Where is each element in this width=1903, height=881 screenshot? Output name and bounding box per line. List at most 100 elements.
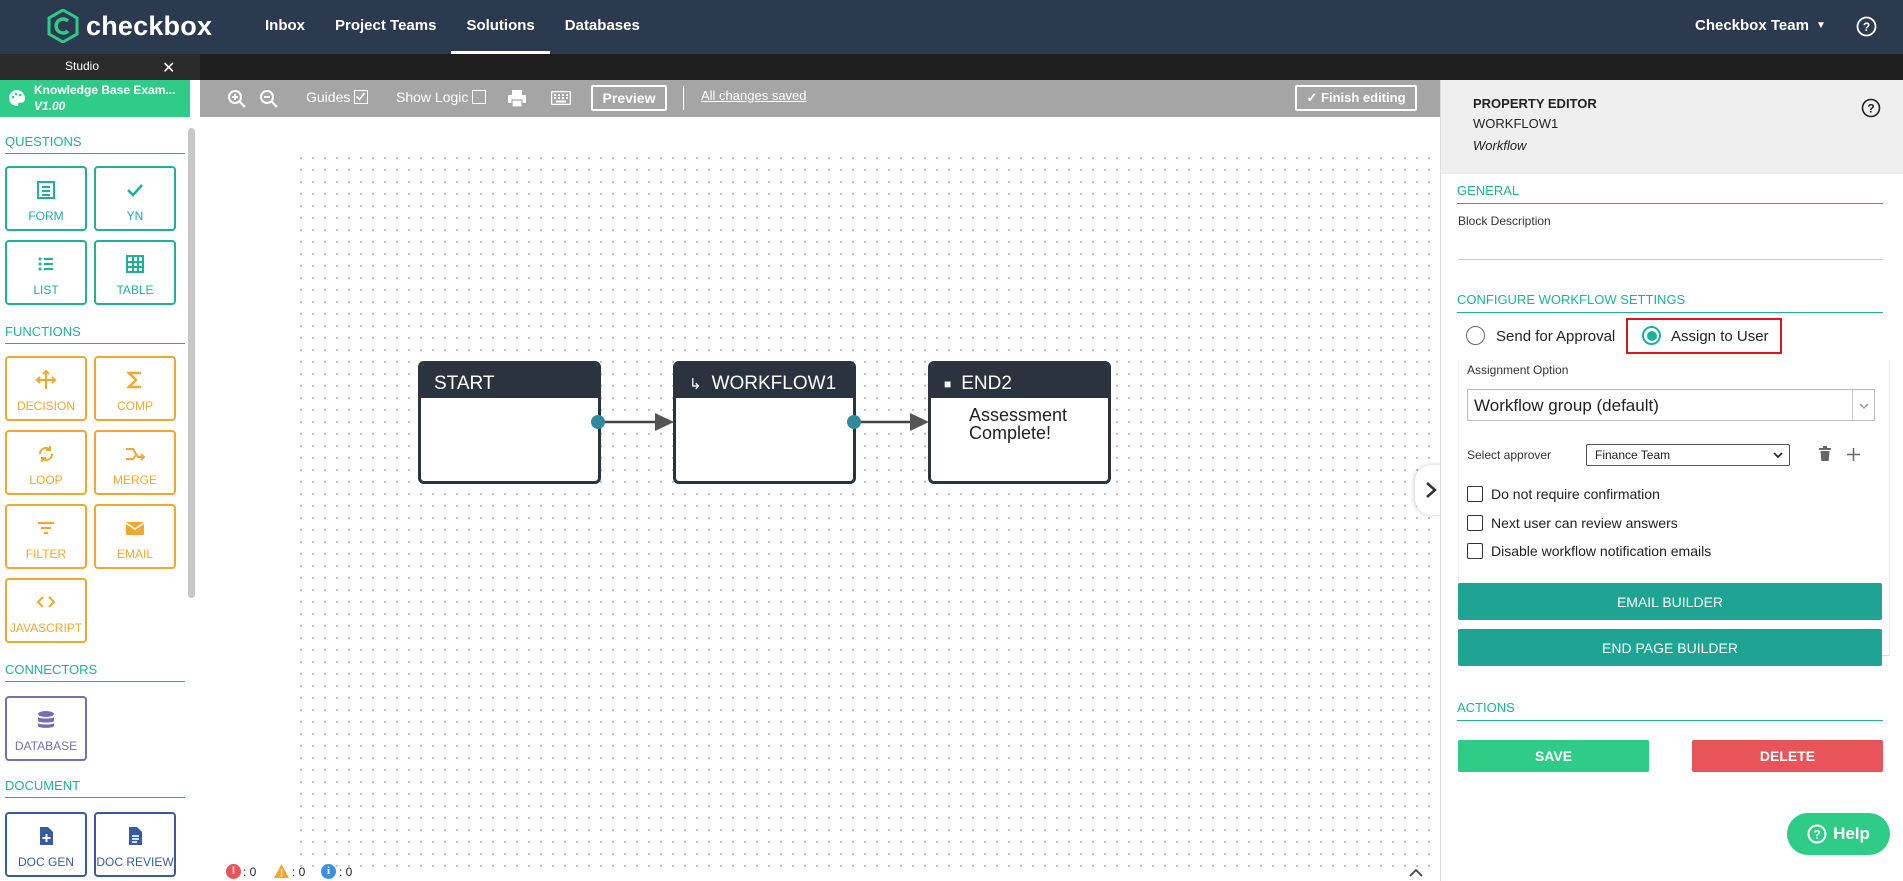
assignment-option-value: Workflow group (default) [1474, 396, 1659, 415]
nav-link-inbox[interactable]: Inbox [250, 0, 320, 54]
warning-icon[interactable]: ! [273, 863, 290, 879]
email-builder-button[interactable]: EMAIL BUILDER [1458, 583, 1882, 620]
block-loop[interactable]: LOOP [5, 430, 87, 495]
block-table[interactable]: TABLE [94, 240, 176, 305]
block-loop-label: LOOP [29, 473, 63, 487]
guides-label: Guides [306, 89, 351, 105]
delete-button[interactable]: DELETE [1692, 740, 1883, 772]
project-title: Knowledge Base Exam... [34, 83, 176, 97]
zoom-in-icon[interactable] [227, 89, 247, 109]
approver-value: Finance Team [1595, 448, 1671, 462]
help-circle-icon[interactable]: ? [1856, 16, 1877, 37]
block-javascript-label: JAVASCRIPT [9, 621, 83, 635]
block-doc-review[interactable]: DOC REVIEW [94, 812, 176, 877]
help-button[interactable]: ? Help [1787, 813, 1890, 855]
block-merge[interactable]: MERGE [94, 430, 176, 495]
block-description-input[interactable] [1458, 232, 1883, 260]
assignment-option-select[interactable]: Workflow group (default) [1467, 389, 1875, 421]
nav-link-solutions[interactable]: Solutions [451, 0, 551, 54]
output-port-workflow1 [847, 415, 861, 429]
block-filter[interactable]: FILTER [5, 504, 87, 569]
nav-link-project-teams[interactable]: Project Teams [320, 0, 451, 54]
studio-tab-label: Studio [65, 59, 100, 73]
block-email[interactable]: EMAIL [94, 504, 176, 569]
block-palette-sidebar: Knowledge Base Exam... V1.00 QUESTIONS F… [0, 80, 200, 881]
caret-down-icon: ▼ [1815, 20, 1826, 31]
svg-text:!: ! [280, 869, 283, 880]
block-name: WORKFLOW1 [1473, 116, 1559, 131]
block-database[interactable]: DATABASE [5, 696, 87, 761]
error-icon[interactable]: ! [226, 864, 241, 879]
keyboard-icon[interactable] [551, 91, 571, 105]
general-section-title: GENERAL [1457, 183, 1883, 204]
block-list[interactable]: LIST [5, 240, 87, 305]
save-status-link[interactable]: All changes saved [701, 88, 807, 103]
checkbox-logo[interactable]: checkbox [46, 9, 212, 43]
block-decision[interactable]: DECISION [5, 356, 87, 421]
sidebar-scrollbar[interactable] [188, 128, 195, 598]
zoom-out-icon[interactable] [259, 89, 279, 109]
review-answers-checkbox[interactable] [1467, 515, 1483, 531]
assign-to-user-radio[interactable] [1642, 326, 1661, 345]
studio-tab[interactable]: Studio ✕ [0, 54, 200, 80]
team-menu[interactable]: Checkbox Team ▼ [1695, 17, 1826, 34]
send-for-approval-label[interactable]: Send for Approval [1496, 328, 1615, 345]
print-icon[interactable] [507, 89, 527, 108]
block-yn[interactable]: YN [94, 166, 176, 231]
chevron-up-icon[interactable] [1409, 868, 1423, 877]
chevron-right-icon [1426, 482, 1437, 498]
block-doc-gen[interactable]: DOC GEN [5, 812, 87, 877]
block-table-label: TABLE [116, 283, 154, 297]
block-doc-gen-label: DOC GEN [17, 855, 74, 869]
warning-count: : 0 [292, 865, 306, 879]
preview-button[interactable]: Preview [591, 85, 667, 111]
info-icon[interactable]: i [321, 864, 336, 879]
block-email-label: EMAIL [116, 547, 153, 561]
actions-section-title: ACTIONS [1457, 700, 1883, 721]
top-navigation: checkbox Inbox Project Teams Solutions D… [0, 0, 1903, 54]
table-icon [126, 255, 144, 273]
block-comp[interactable]: COMP [94, 356, 176, 421]
trash-icon[interactable] [1818, 446, 1832, 462]
select-approver-label: Select approver [1467, 448, 1552, 462]
block-form[interactable]: FORM [5, 166, 87, 231]
block-decision-label: DECISION [16, 399, 75, 413]
approver-select[interactable]: Finance Team [1586, 444, 1790, 466]
property-editor-title: PROPERTY EDITOR [1473, 96, 1597, 111]
finish-editing-button[interactable]: ✓ Finish editing [1295, 85, 1417, 111]
property-editor-panel: PROPERTY EDITOR WORKFLOW1 Workflow ? GEN… [1440, 80, 1903, 881]
error-count: : 0 [243, 865, 257, 879]
disable-notifications-checkbox[interactable] [1467, 543, 1483, 559]
show-logic-toggle[interactable]: Show Logic [396, 89, 487, 105]
end-page-builder-button[interactable]: END PAGE BUILDER [1458, 629, 1882, 666]
save-button[interactable]: SAVE [1458, 740, 1649, 772]
close-icon[interactable]: ✕ [162, 58, 175, 78]
review-answers-label[interactable]: Next user can review answers [1491, 515, 1678, 531]
show-logic-checkbox[interactable] [472, 90, 487, 104]
help-circle-icon[interactable]: ? [1861, 98, 1881, 118]
disable-notifications-label[interactable]: Disable workflow notification emails [1491, 543, 1711, 559]
no-confirmation-label[interactable]: Do not require confirmation [1491, 486, 1660, 502]
port-layer [591, 415, 861, 429]
send-for-approval-radio[interactable] [1466, 326, 1485, 345]
nav-link-databases[interactable]: Databases [550, 0, 655, 54]
guides-toggle[interactable]: Guides [306, 89, 369, 105]
info-count: : 0 [339, 865, 353, 879]
form-icon [37, 181, 55, 199]
team-name: Checkbox Team [1695, 17, 1809, 34]
chevron-down-icon [1859, 403, 1869, 409]
guides-checkbox[interactable] [354, 90, 369, 104]
project-header[interactable]: Knowledge Base Exam... V1.00 [0, 80, 190, 117]
no-confirmation-checkbox[interactable] [1467, 486, 1483, 502]
help-button-label: Help [1833, 824, 1870, 843]
code-brackets-icon [36, 596, 56, 608]
svg-text:?: ? [1867, 102, 1874, 116]
block-type: Workflow [1473, 138, 1527, 153]
check-icon [356, 92, 366, 101]
block-javascript[interactable]: JAVASCRIPT [5, 578, 87, 643]
assign-to-user-label[interactable]: Assign to User [1671, 328, 1769, 345]
workflow-canvas[interactable]: START ↳ WORKFLOW1 ■ END2 Assessment Comple… [200, 117, 1440, 867]
check-icon: ✓ [1306, 90, 1318, 105]
plus-icon[interactable] [1847, 448, 1860, 461]
loop-icon [38, 446, 54, 462]
